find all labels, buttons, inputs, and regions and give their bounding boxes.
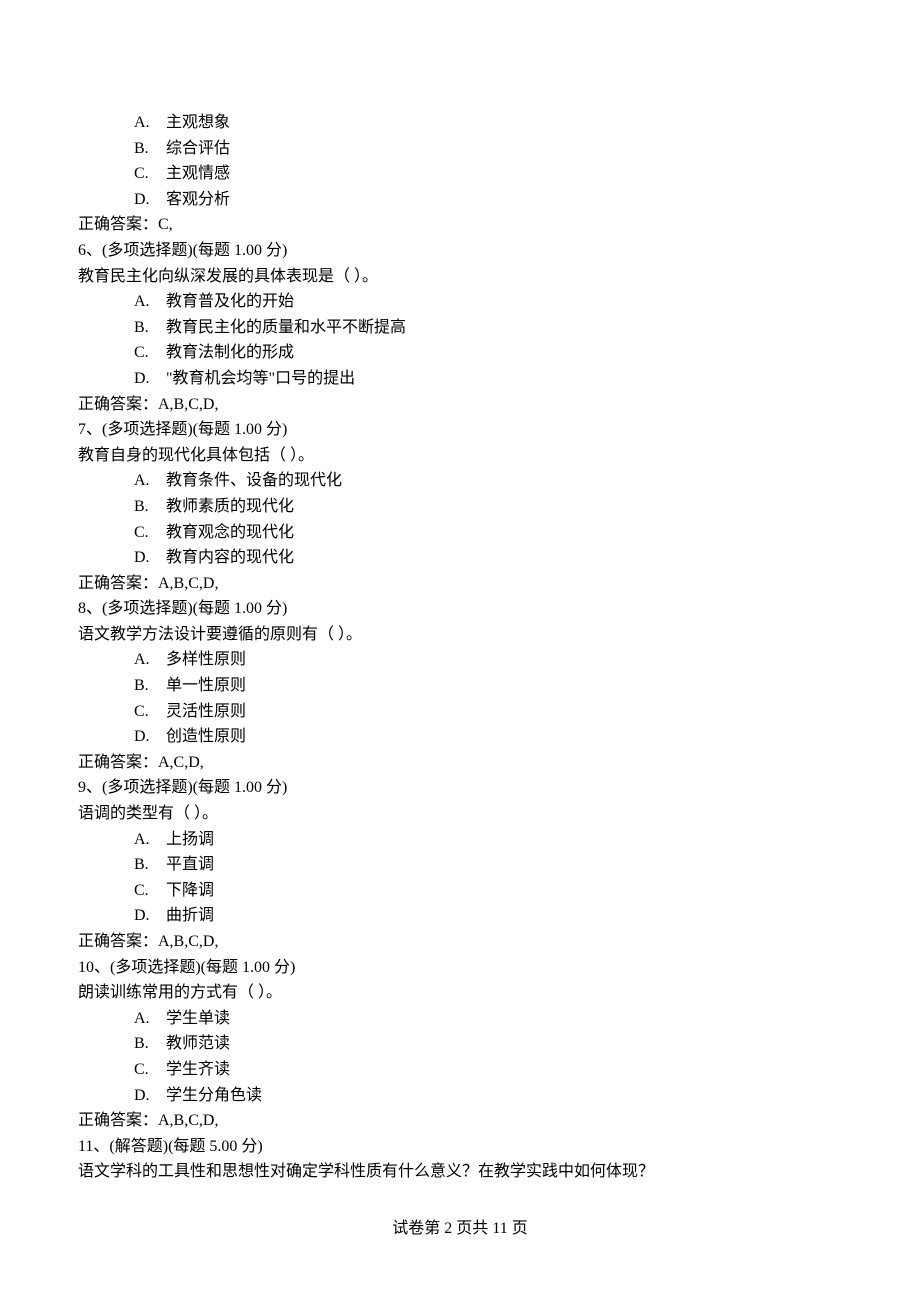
option-row: A. 多样性原则 (78, 647, 842, 673)
option-text: 学生齐读 (166, 1061, 230, 1078)
question-stem: 语调的类型有（ ）。 (78, 801, 842, 827)
option-row: D. 曲折调 (78, 903, 842, 929)
option-row: D. 客观分析 (78, 187, 842, 213)
option-row: B. 单一性原则 (78, 673, 842, 699)
question-stem: 教育自身的现代化具体包括（ ）。 (78, 443, 842, 469)
option-label: D. (134, 903, 162, 929)
option-label: A. (134, 110, 162, 136)
option-text: 学生分角色读 (166, 1087, 262, 1104)
option-text: 教师素质的现代化 (166, 498, 294, 515)
option-label: A. (134, 289, 162, 315)
option-text: 教育内容的现代化 (166, 549, 294, 566)
option-label: A. (134, 827, 162, 853)
option-row: C. 学生齐读 (78, 1057, 842, 1083)
option-label: A. (134, 468, 162, 494)
option-label: C. (134, 1057, 162, 1083)
option-row: D. "教育机会均等"口号的提出 (78, 366, 842, 392)
correct-answer: 正确答案：A,B,C,D, (78, 571, 842, 597)
option-row: D. 教育内容的现代化 (78, 545, 842, 571)
option-row: D. 学生分角色读 (78, 1083, 842, 1109)
option-label: C. (134, 699, 162, 725)
question-stem: 语文学科的工具性和思想性对确定学科性质有什么意义？在教学实践中如何体现？ (78, 1159, 842, 1185)
option-row: A. 上扬调 (78, 827, 842, 853)
option-row: C. 主观情感 (78, 161, 842, 187)
option-row: D. 创造性原则 (78, 724, 842, 750)
question-block: 6、(多项选择题)(每题 1.00 分) 教育民主化向纵深发展的具体表现是（ ）… (78, 238, 842, 417)
option-row: C. 教育观念的现代化 (78, 520, 842, 546)
option-row: A. 学生单读 (78, 1006, 842, 1032)
option-label: D. (134, 1083, 162, 1109)
correct-answer: 正确答案：A,B,C,D, (78, 392, 842, 418)
question-header: 6、(多项选择题)(每题 1.00 分) (78, 238, 842, 264)
question-header: 9、(多项选择题)(每题 1.00 分) (78, 775, 842, 801)
correct-answer: 正确答案：A,C,D, (78, 750, 842, 776)
question-header: 10、(多项选择题)(每题 1.00 分) (78, 955, 842, 981)
correct-answer: 正确答案：C, (78, 212, 842, 238)
option-row: C. 下降调 (78, 878, 842, 904)
option-row: C. 灵活性原则 (78, 699, 842, 725)
option-label: A. (134, 1006, 162, 1032)
option-label: C. (134, 520, 162, 546)
option-text: 下降调 (166, 882, 214, 899)
option-row: A. 主观想象 (78, 110, 842, 136)
option-text: 教育条件、设备的现代化 (166, 472, 342, 489)
option-label: B. (134, 852, 162, 878)
question-block: 7、(多项选择题)(每题 1.00 分) 教育自身的现代化具体包括（ ）。 A.… (78, 417, 842, 596)
option-text: "教育机会均等"口号的提出 (166, 370, 355, 387)
question-stem: 教育民主化向纵深发展的具体表现是（ ）。 (78, 264, 842, 290)
option-label: B. (134, 673, 162, 699)
question-block: 8、(多项选择题)(每题 1.00 分) 语文教学方法设计要遵循的原则有（ ）。… (78, 596, 842, 775)
option-row: B. 教师素质的现代化 (78, 494, 842, 520)
question-5-tail: A. 主观想象 B. 综合评估 C. 主观情感 D. 客观分析 正确答案：C, (78, 110, 842, 238)
option-label: B. (134, 1031, 162, 1057)
option-text: 学生单读 (166, 1010, 230, 1027)
option-label: B. (134, 136, 162, 162)
option-text: 主观情感 (166, 165, 230, 182)
option-label: B. (134, 315, 162, 341)
option-row: B. 综合评估 (78, 136, 842, 162)
option-text: 客观分析 (166, 191, 230, 208)
question-header: 7、(多项选择题)(每题 1.00 分) (78, 417, 842, 443)
option-label: D. (134, 187, 162, 213)
option-row: B. 教师范读 (78, 1031, 842, 1057)
option-text: 单一性原则 (166, 677, 246, 694)
correct-answer: 正确答案：A,B,C,D, (78, 929, 842, 955)
question-header: 11、(解答题)(每题 5.00 分) (78, 1134, 842, 1160)
option-text: 教育法制化的形成 (166, 344, 294, 361)
option-row: B. 平直调 (78, 852, 842, 878)
exam-page: A. 主观想象 B. 综合评估 C. 主观情感 D. 客观分析 正确答案：C, … (0, 0, 920, 1302)
option-label: D. (134, 545, 162, 571)
question-block: 10、(多项选择题)(每题 1.00 分) 朗读训练常用的方式有（ ）。 A. … (78, 955, 842, 1134)
option-label: D. (134, 724, 162, 750)
question-stem: 语文教学方法设计要遵循的原则有（ ）。 (78, 622, 842, 648)
option-row: C. 教育法制化的形成 (78, 340, 842, 366)
option-text: 创造性原则 (166, 728, 246, 745)
option-row: B. 教育民主化的质量和水平不断提高 (78, 315, 842, 341)
option-label: D. (134, 366, 162, 392)
question-block: 9、(多项选择题)(每题 1.00 分) 语调的类型有（ ）。 A. 上扬调 B… (78, 775, 842, 954)
option-text: 灵活性原则 (166, 703, 246, 720)
question-header: 8、(多项选择题)(每题 1.00 分) (78, 596, 842, 622)
question-block: 11、(解答题)(每题 5.00 分) 语文学科的工具性和思想性对确定学科性质有… (78, 1134, 842, 1185)
page-footer: 试卷第 2 页共 11 页 (0, 1216, 920, 1242)
option-text: 教育民主化的质量和水平不断提高 (166, 319, 406, 336)
option-row: A. 教育普及化的开始 (78, 289, 842, 315)
option-text: 多样性原则 (166, 651, 246, 668)
option-label: C. (134, 340, 162, 366)
option-text: 教师范读 (166, 1035, 230, 1052)
option-text: 教育观念的现代化 (166, 524, 294, 541)
option-text: 平直调 (166, 856, 214, 873)
option-label: A. (134, 647, 162, 673)
option-text: 教育普及化的开始 (166, 293, 294, 310)
option-label: B. (134, 494, 162, 520)
option-row: A. 教育条件、设备的现代化 (78, 468, 842, 494)
option-text: 综合评估 (166, 140, 230, 157)
option-text: 上扬调 (166, 831, 214, 848)
option-label: C. (134, 161, 162, 187)
option-label: C. (134, 878, 162, 904)
correct-answer: 正确答案：A,B,C,D, (78, 1108, 842, 1134)
option-text: 主观想象 (166, 114, 230, 131)
option-text: 曲折调 (166, 907, 214, 924)
question-stem: 朗读训练常用的方式有（ ）。 (78, 980, 842, 1006)
